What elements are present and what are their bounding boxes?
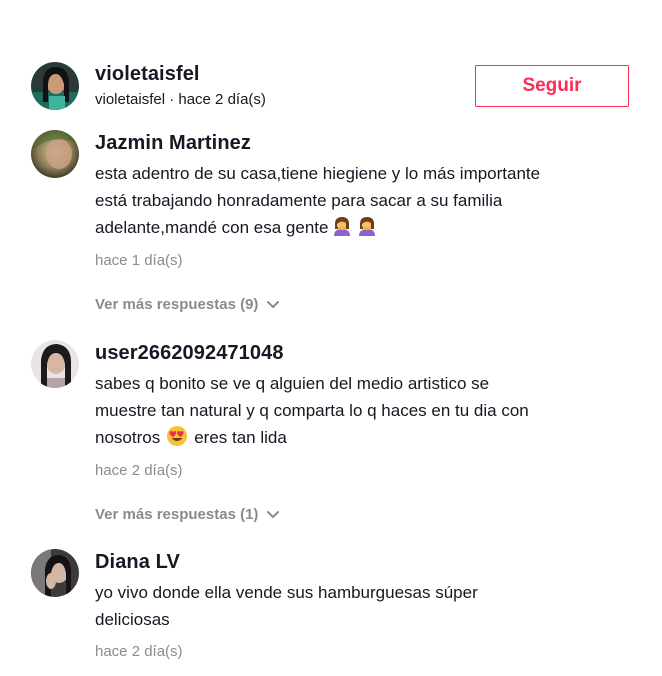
woman-facepalming-emoji (331, 215, 353, 237)
follow-button[interactable]: Seguir (475, 65, 629, 107)
author-meta: violetaisfel · hace 2 día(s) (95, 91, 266, 108)
comment-text-line: adelante,mandé con esa gente (95, 214, 635, 241)
comment-timestamp: hace 1 día(s) (95, 252, 183, 269)
comment-text: yo vivo donde ella vende sus hamburguesa… (95, 579, 635, 633)
video-author-header: violetaisfel violetaisfel · hace 2 día(s… (31, 62, 631, 112)
comment-text-line: deliciosas (95, 610, 170, 629)
comment-text-line: yo vivo donde ella vende sus hamburguesa… (95, 583, 478, 602)
comment-text-line: esta adentro de su casa,tiene hiegiene y… (95, 164, 541, 183)
view-more-replies-label: Ver más respuestas (1) (95, 506, 259, 523)
comment-text: esta adentro de su casa,tiene hiegiene y… (95, 160, 635, 241)
heart-eyes-emoji (166, 425, 188, 447)
author-username[interactable]: violetaisfel (95, 63, 200, 86)
view-more-replies-button[interactable]: Ver más respuestas (9) (95, 296, 280, 313)
view-more-replies-button[interactable]: Ver más respuestas (1) (95, 506, 280, 523)
comment-avatar[interactable] (31, 130, 79, 178)
comment-text-line: muestre tan natural y q comparta lo q ha… (95, 401, 529, 420)
comment-text-line: nosotros eres tan lida (95, 424, 635, 451)
view-more-replies-label: Ver más respuestas (9) (95, 296, 259, 313)
comment-item: user2662092471048 sabes q bonito se ve q… (31, 340, 631, 530)
chevron-down-icon (266, 300, 280, 310)
comment-author[interactable]: Diana LV (95, 551, 180, 574)
comment-avatar[interactable] (31, 340, 79, 388)
comment-item: Jazmin Martinez esta adentro de su casa,… (31, 130, 631, 313)
comment-timestamp: hace 2 día(s) (95, 643, 183, 660)
comment-item: Diana LV yo vivo donde ella vende sus ha… (31, 549, 631, 669)
comment-text-segment: nosotros (95, 428, 161, 447)
chevron-down-icon (266, 510, 280, 520)
comment-text-segment: eres tan lida (194, 428, 287, 447)
comment-timestamp: hace 2 día(s) (95, 462, 183, 479)
comment-author[interactable]: Jazmin Martinez (95, 132, 251, 155)
comment-avatar[interactable] (31, 549, 79, 597)
author-avatar[interactable] (31, 62, 79, 110)
comment-text-segment: adelante,mandé con esa gente (95, 218, 329, 237)
comment-author[interactable]: user2662092471048 (95, 342, 284, 365)
comment-text: sabes q bonito se ve q alguien del medio… (95, 370, 635, 451)
comment-text-line: sabes q bonito se ve q alguien del medio… (95, 374, 490, 393)
comment-text-line: está trabajando honradamente para sacar … (95, 191, 503, 210)
woman-facepalming-emoji (356, 215, 378, 237)
